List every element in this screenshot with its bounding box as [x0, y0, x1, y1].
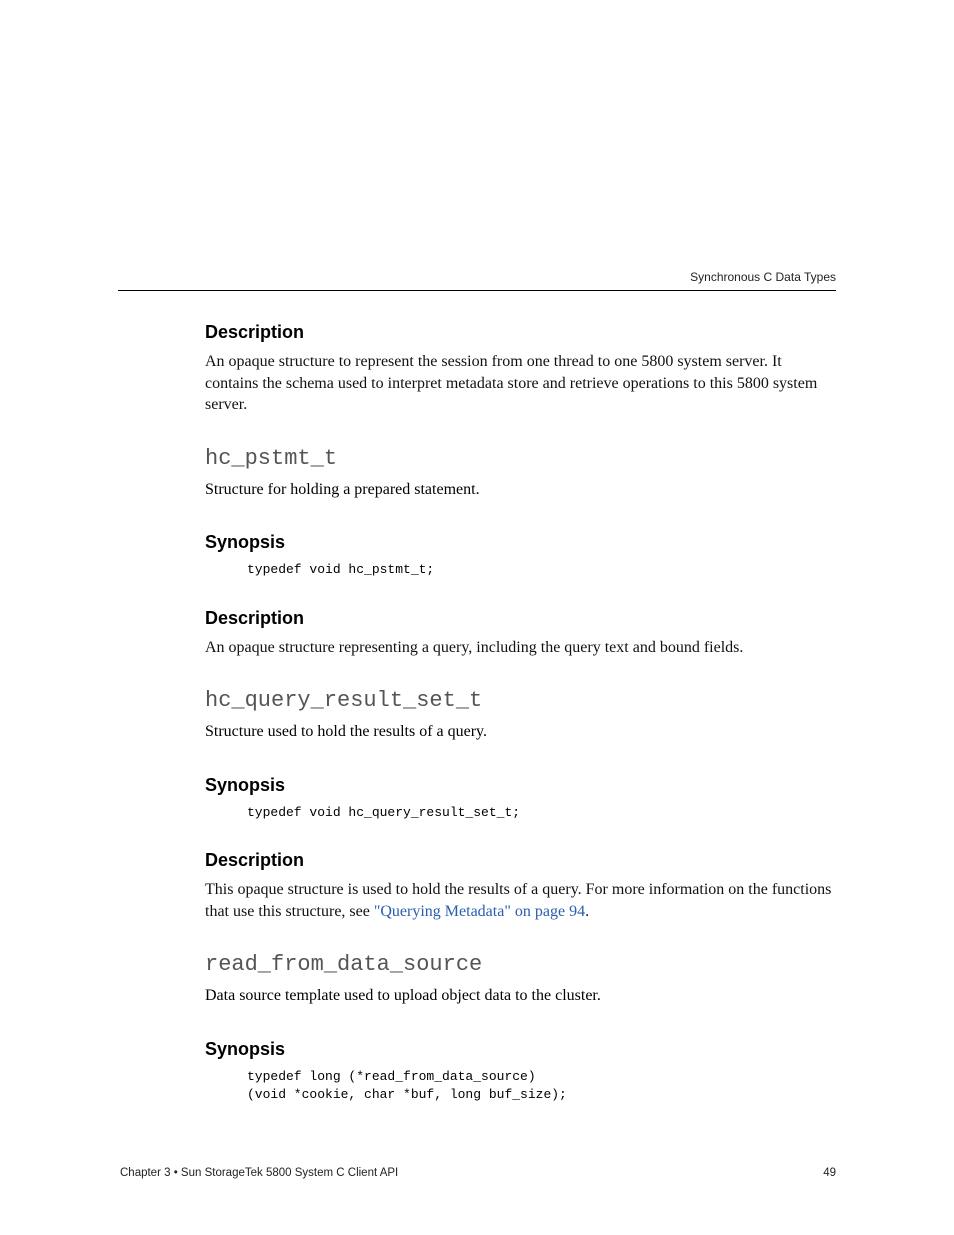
description-heading: Description — [205, 850, 839, 871]
synopsis-heading: Synopsis — [205, 775, 839, 796]
page-body: Description An opaque structure to repre… — [0, 0, 954, 1182]
synopsis-code: typedef void hc_query_result_set_t; — [247, 804, 839, 822]
synopsis-heading: Synopsis — [205, 532, 839, 553]
footer-chapter: Chapter 3 • Sun StorageTek 5800 System C… — [120, 1167, 398, 1179]
synopsis-code: typedef long (*read_from_data_source) (v… — [247, 1068, 839, 1104]
description-heading: Description — [205, 608, 839, 629]
type-heading-hc-query-result-set-t: hc_query_result_set_t — [205, 688, 839, 713]
description-body: An opaque structure representing a query… — [205, 637, 839, 659]
type-heading-read-from-data-source: read_from_data_source — [205, 952, 839, 977]
content-column: Description An opaque structure to repre… — [205, 322, 839, 1104]
type-intro: Structure for holding a prepared stateme… — [205, 479, 839, 501]
description-body: An opaque structure to represent the ses… — [205, 351, 839, 416]
description-body: This opaque structure is used to hold th… — [205, 879, 839, 922]
running-header: Synchronous C Data Types — [690, 270, 836, 284]
type-heading-hc-pstmt-t: hc_pstmt_t — [205, 446, 839, 471]
cross-reference-link[interactable]: "Querying Metadata" on page 94 — [374, 903, 585, 920]
description-suffix: . — [585, 903, 589, 920]
description-heading: Description — [205, 322, 839, 343]
footer-page-number: 49 — [823, 1167, 836, 1179]
page-footer: Chapter 3 • Sun StorageTek 5800 System C… — [120, 1167, 836, 1179]
type-intro: Data source template used to upload obje… — [205, 985, 839, 1007]
header-rule — [118, 290, 836, 291]
synopsis-code: typedef void hc_pstmt_t; — [247, 561, 839, 579]
synopsis-heading: Synopsis — [205, 1039, 839, 1060]
type-intro: Structure used to hold the results of a … — [205, 721, 839, 743]
